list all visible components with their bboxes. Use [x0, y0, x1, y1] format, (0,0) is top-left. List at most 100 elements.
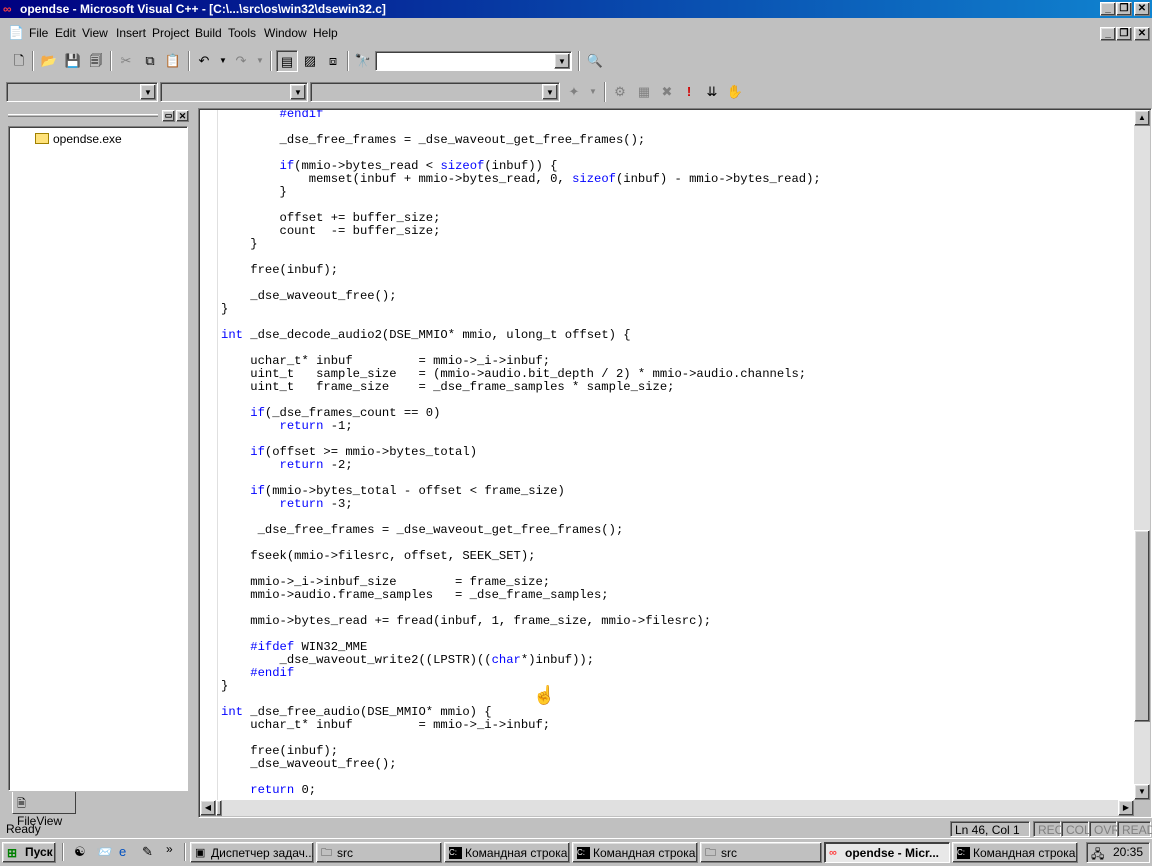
toolbar-separator: [32, 51, 34, 71]
chevron-down-icon[interactable]: ▼: [140, 84, 156, 100]
keyword-token: if: [250, 406, 265, 420]
toolbar-separator: [578, 51, 580, 71]
find-combo[interactable]: ▼: [375, 51, 572, 71]
task-button-label: src: [721, 846, 737, 860]
menu-tools[interactable]: Tools: [228, 26, 256, 40]
keyword-token: #endif: [250, 666, 295, 680]
scroll-left-arrow-icon[interactable]: ◀: [200, 800, 216, 816]
minimize-button[interactable]: _: [1100, 2, 1116, 16]
copy-icon[interactable]: ⧉: [139, 50, 161, 72]
keyword-token: return: [250, 783, 295, 797]
cursor-position: Ln 46, Col 1: [950, 821, 1030, 837]
mdi-restore-button[interactable]: ❐: [1116, 27, 1132, 41]
task-button[interactable]: 🗀 src: [316, 842, 442, 863]
filter-combo[interactable]: ▼: [160, 82, 308, 102]
hand-cursor-icon: ☝: [533, 685, 556, 705]
rec-indicator: REC: [1033, 821, 1063, 837]
tree-item-opendse[interactable]: opendse.exe: [35, 132, 122, 146]
quicklaunch-more-icon[interactable]: »: [166, 842, 173, 856]
stop-build-icon[interactable]: ✖: [656, 81, 678, 103]
maximize-button[interactable]: ❐: [1116, 2, 1132, 16]
keyword-token: int: [221, 328, 243, 342]
clock[interactable]: 20:35: [1113, 845, 1143, 859]
paste-icon[interactable]: 📋: [162, 50, 184, 72]
horizontal-scroll-thumb[interactable]: [216, 800, 222, 816]
start-button[interactable]: ⊞ Пуск: [2, 842, 56, 863]
find-icon[interactable]: 🔍: [584, 50, 606, 72]
internet-explorer-icon[interactable]: e: [119, 844, 126, 859]
members-combo[interactable]: ▼: [310, 82, 560, 102]
file-view-tree[interactable]: opendse.exe: [8, 126, 188, 791]
output-icon[interactable]: ▨: [299, 50, 321, 72]
toolbar-separator: [110, 51, 112, 71]
selection-margin[interactable]: [200, 110, 218, 800]
chevron-down-icon[interactable]: ▼: [554, 53, 570, 69]
menu-window[interactable]: Window: [264, 26, 307, 40]
start-button-label: Пуск: [25, 845, 53, 859]
quicklaunch-icon[interactable]: ✎: [142, 844, 153, 860]
build-icon[interactable]: ▦: [633, 81, 655, 103]
workspace-icon[interactable]: ▤: [276, 50, 298, 72]
pane-restore-button[interactable]: ▭: [162, 110, 175, 122]
task-button[interactable]: C: Командная строка: [952, 842, 1078, 863]
task-button-active[interactable]: ∞ opendse - Micr...: [824, 842, 950, 863]
task-button[interactable]: ▣ Диспетчер задач...: [190, 842, 314, 863]
cmd-icon: C:: [577, 847, 590, 859]
mdi-minimize-button[interactable]: _: [1100, 27, 1116, 41]
scroll-up-arrow-icon[interactable]: ▲: [1134, 110, 1150, 126]
file-view-icon: 🗎: [17, 798, 26, 810]
task-button[interactable]: 🗀 src: [700, 842, 822, 863]
task-button-label: Командная строка: [465, 846, 568, 860]
pane-close-button[interactable]: ✕: [176, 110, 189, 122]
task-button[interactable]: C: Командная строка: [444, 842, 570, 863]
keyword-token: if: [250, 445, 265, 459]
cut-icon[interactable]: ✂: [115, 50, 137, 72]
find-in-files-icon[interactable]: 🔭: [352, 50, 374, 72]
chevron-down-icon[interactable]: ▼: [542, 84, 558, 100]
code-editor[interactable]: #endif _dse_free_frames = _dse_waveout_g…: [200, 110, 1134, 800]
status-bar: Ready Ln 46, Col 1 REC COL OVR READ: [0, 820, 1152, 838]
menu-build[interactable]: Build: [195, 26, 222, 40]
save-icon[interactable]: 💾: [62, 50, 84, 72]
toolbar-separator: [188, 51, 190, 71]
mdi-close-button[interactable]: ✕: [1134, 27, 1150, 41]
wizard-dropdown-icon[interactable]: ▼: [582, 81, 604, 103]
tab-fileview[interactable]: 🗎 FileView: [12, 792, 76, 828]
vertical-scroll-thumb[interactable]: [1134, 530, 1150, 722]
taskbar-separator: [62, 843, 64, 861]
open-folder-icon[interactable]: 📂: [38, 50, 60, 72]
save-all-icon[interactable]: 🗐: [85, 50, 107, 72]
quicklaunch-icon[interactable]: ☯: [74, 844, 86, 860]
close-button[interactable]: ✕: [1134, 2, 1150, 16]
vertical-scrollbar[interactable]: ▲ ▼: [1134, 110, 1150, 800]
execute-icon[interactable]: !: [678, 81, 700, 103]
scroll-right-arrow-icon[interactable]: ▶: [1118, 800, 1134, 816]
scroll-down-arrow-icon[interactable]: ▼: [1134, 784, 1150, 800]
horizontal-scrollbar[interactable]: ◀ ▶: [200, 800, 1134, 816]
network-icon[interactable]: 🖧: [1091, 845, 1104, 866]
task-button-label: Командная строка: [973, 846, 1076, 860]
gripper[interactable]: [8, 114, 158, 117]
task-button-label: Командная строка: [593, 846, 696, 860]
menu-file[interactable]: File: [29, 26, 48, 40]
window-list-icon[interactable]: ⧈: [322, 50, 344, 72]
new-text-file-icon[interactable]: 🗋: [8, 50, 30, 72]
menu-edit[interactable]: Edit: [55, 26, 76, 40]
redo-dropdown-icon[interactable]: ▼: [249, 50, 271, 72]
folder-icon: 🗀: [705, 847, 716, 859]
menu-view[interactable]: View: [82, 26, 108, 40]
insert-breakpoint-icon[interactable]: ✋: [724, 81, 746, 103]
menu-project[interactable]: Project: [152, 26, 189, 40]
class-combo[interactable]: ▼: [6, 82, 158, 102]
document-icon[interactable]: 📄: [8, 25, 24, 41]
chevron-down-icon[interactable]: ▼: [290, 84, 306, 100]
task-button[interactable]: C: Командная строка: [572, 842, 698, 863]
compile-icon[interactable]: ⚙: [609, 81, 631, 103]
msvc-app-icon[interactable]: ∞: [3, 2, 17, 16]
status-text: Ready: [6, 822, 41, 836]
go-icon[interactable]: ⇊: [701, 81, 723, 103]
menu-insert[interactable]: Insert: [116, 26, 146, 40]
cmd-icon: C:: [957, 847, 970, 859]
quicklaunch-icon[interactable]: 📨: [96, 844, 112, 860]
menu-help[interactable]: Help: [313, 26, 338, 40]
